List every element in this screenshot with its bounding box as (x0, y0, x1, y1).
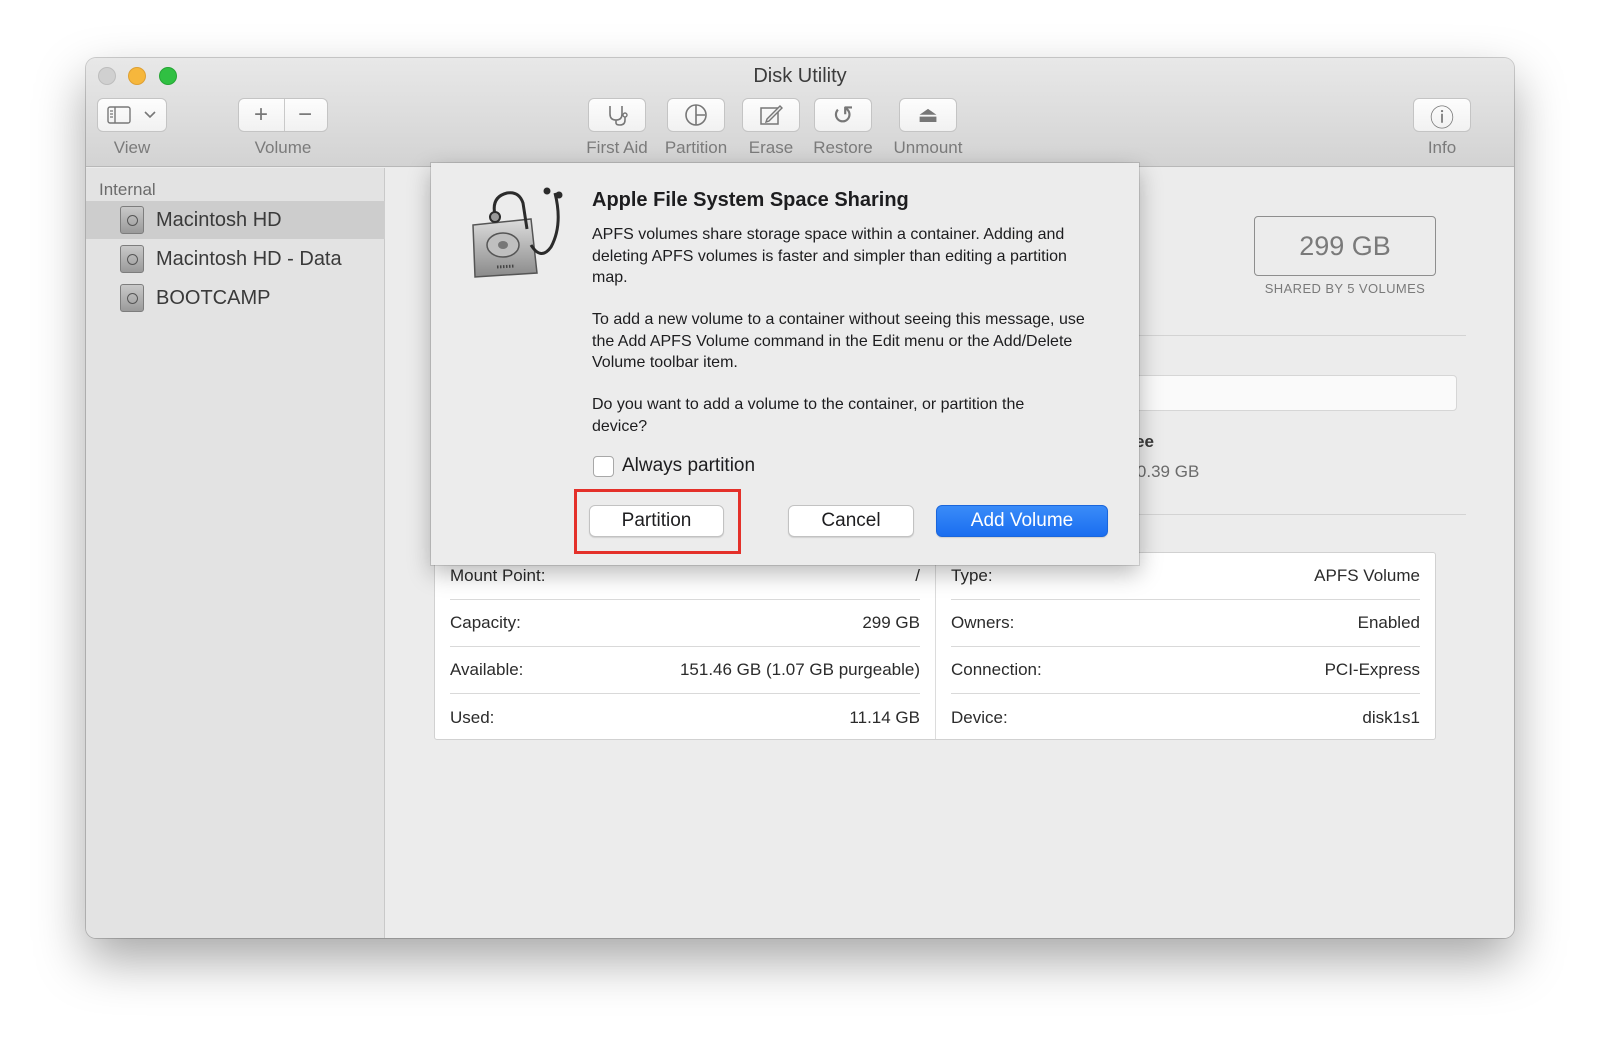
restore-icon: ↺ (832, 99, 854, 130)
info-row-available: Available: 151.46 GB (1.07 GB purgeable) (450, 647, 920, 694)
always-partition-checkbox[interactable] (593, 455, 614, 477)
sidebar-section-internal: Internal (99, 180, 156, 199)
always-partition-label[interactable]: Always partition (622, 455, 755, 477)
sidebar-item-label: Macintosh HD - Data (156, 247, 342, 270)
info-label: Type: (951, 566, 993, 585)
add-volume-button[interactable]: + (239, 101, 283, 129)
apfs-space-sharing-dialog: Apple File System Space Sharing APFS vol… (431, 163, 1139, 565)
capacity-box: 299 GB (1254, 216, 1436, 276)
sidebar-item-macintosh-hd[interactable]: Macintosh HD (86, 201, 385, 239)
shared-by-label: SHARED BY 5 VOLUMES (1264, 281, 1426, 296)
sidebar: Internal Macintosh HD Macintosh HD - Dat… (86, 168, 385, 938)
info-label: Used: (450, 707, 495, 727)
hard-disk-icon (120, 245, 144, 273)
info-row-connection: Connection: PCI-Express (951, 647, 1420, 694)
hard-disk-icon (120, 206, 144, 234)
info-value: Enabled (1357, 613, 1420, 632)
info-column-left: Mount Point: / Capacity: 299 GB Availabl… (435, 553, 935, 739)
info-row-used: Used: 11.14 GB (450, 694, 920, 741)
info-value: PCI-Express (1324, 660, 1420, 679)
volume-label: Volume (254, 138, 312, 157)
volume-segmented-control: + − (238, 98, 328, 132)
info-icon: ⓘ (1430, 104, 1454, 132)
erase-pencil-icon (760, 105, 783, 125)
info-button[interactable]: ⓘ (1413, 98, 1471, 132)
sidebar-item-macintosh-hd-data[interactable]: Macintosh HD - Data (86, 240, 385, 278)
info-row-device: Device: disk1s1 (951, 694, 1420, 741)
info-label: Mount Point: (450, 566, 546, 585)
pie-chart-icon (685, 104, 707, 126)
hard-disk-icon (120, 284, 144, 312)
view-label: View (113, 138, 151, 157)
window-title: Disk Utility (753, 65, 847, 87)
partition-button[interactable]: Partition (589, 505, 724, 537)
unmount-button[interactable]: ⏏ (899, 98, 957, 132)
dialog-message-1: APFS volumes share storage space within … (592, 226, 1067, 286)
dialog-title: Apple File System Space Sharing (592, 189, 909, 211)
info-label: Info (1427, 138, 1457, 157)
restore-button[interactable]: ↺ (814, 98, 872, 132)
info-value: APFS Volume (1314, 566, 1420, 585)
info-row-owners: Owners: Enabled (951, 600, 1420, 647)
info-value: / (915, 566, 920, 585)
sidebar-item-label: BOOTCAMP (156, 286, 271, 309)
first-aid-button[interactable] (588, 98, 646, 132)
remove-volume-button[interactable]: − (283, 101, 327, 129)
info-label: Device: (951, 707, 1008, 727)
info-label: Available: (450, 660, 524, 679)
sidebar-item-label: Macintosh HD (156, 208, 282, 231)
info-label: Connection: (951, 660, 1042, 679)
info-label: Capacity: (450, 613, 521, 632)
sidebar-item-bootcamp[interactable]: BOOTCAMP (86, 279, 385, 317)
info-value: 299 GB (862, 613, 920, 632)
add-volume-button[interactable]: Add Volume (936, 505, 1108, 537)
always-partition-option[interactable]: Always partition (593, 455, 755, 477)
unmount-label: Unmount (893, 138, 963, 157)
info-value: 11.14 GB (849, 707, 920, 727)
stethoscope-icon (609, 106, 628, 126)
eject-icon: ⏏ (917, 102, 939, 127)
chevron-down-icon (144, 111, 156, 119)
sidebar-toggle-icon (107, 106, 131, 124)
info-value: disk1s1 (1362, 707, 1420, 727)
disk-first-aid-icon (472, 187, 563, 278)
partition-toolbar-button[interactable] (667, 98, 725, 132)
erase-button[interactable] (742, 98, 800, 132)
disk-utility-window: Disk Utility View + − Volume First Aid P… (86, 58, 1514, 938)
volume-info-table: Mount Point: / Capacity: 299 GB Availabl… (434, 552, 1436, 740)
toolbar: Disk Utility View + − Volume First Aid P… (86, 58, 1514, 167)
dialog-message-2: To add a new volume to a container witho… (592, 311, 1085, 371)
info-column-right: Type: APFS Volume Owners: Enabled Connec… (935, 553, 1435, 739)
view-button[interactable] (97, 98, 167, 132)
info-label: Owners: (951, 613, 1015, 632)
cancel-button[interactable]: Cancel (788, 505, 914, 537)
info-row-capacity: Capacity: 299 GB (450, 600, 920, 647)
dialog-message-3: Do you want to add a volume to the conta… (592, 396, 1025, 435)
info-value: 151.46 GB (1.07 GB purgeable) (679, 660, 920, 679)
